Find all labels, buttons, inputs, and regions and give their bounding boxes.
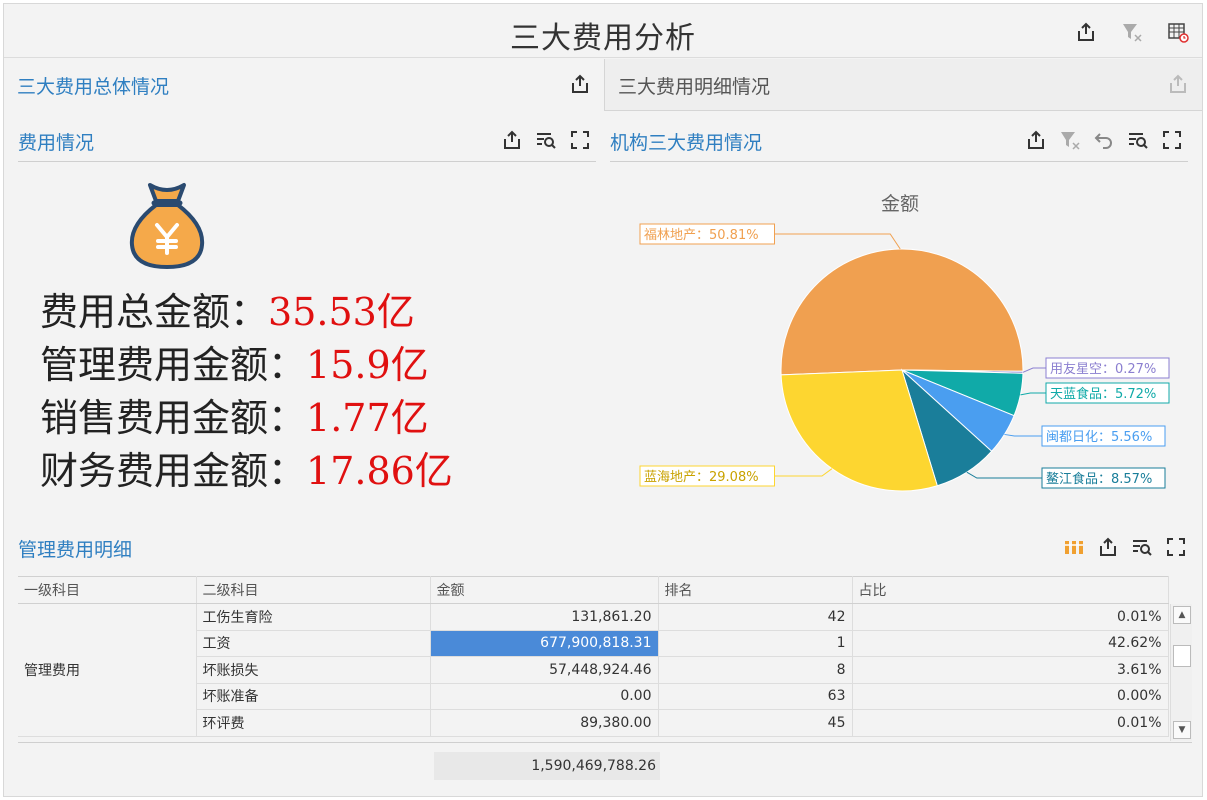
col-header-amount[interactable]: 金额 [430, 576, 659, 604]
clear-filter-icon[interactable] [1058, 128, 1082, 152]
scroll-down-icon[interactable]: ▼ [1173, 721, 1191, 739]
fullscreen-icon[interactable] [1164, 535, 1188, 559]
ratio-cell[interactable]: 3.61% [852, 656, 1169, 684]
fullscreen-icon[interactable] [568, 128, 592, 152]
stat-finance-value: 17.86亿 [306, 449, 453, 493]
pie-leader-line [774, 233, 901, 250]
pie-label: 闽都日化：5.56% [1046, 430, 1152, 445]
org-panel-header: 机构三大费用情况 [610, 122, 1188, 162]
stat-sales-value: 1.77亿 [306, 396, 429, 440]
scroll-thumb[interactable] [1173, 645, 1191, 667]
sub-cell[interactable]: 坏账准备 [196, 683, 431, 710]
clear-filter-icon[interactable] [1120, 20, 1144, 44]
rank-cell[interactable]: 42 [658, 603, 853, 631]
pie-label: 鳌江食品：8.57% [1046, 471, 1152, 487]
col-header-level2[interactable]: 二级科目 [196, 576, 431, 604]
col-header-level1[interactable]: 一级科目 [18, 576, 197, 604]
rank-cell[interactable]: 45 [658, 709, 853, 737]
money-bag-icon [129, 183, 205, 269]
stat-management-label: 管理费用金额： [40, 343, 307, 387]
org-panel-title: 机构三大费用情况 [610, 132, 763, 154]
detail-panel-title: 管理费用明细 [18, 539, 133, 561]
dashboard-frame: 三大费用分析 三大费用总体情况 三大费用明细情况 费用情况 机构三大费用情况 费… [3, 3, 1203, 797]
stat-total-label: 费用总金额： [40, 290, 269, 334]
pie-label: 天蓝食品：5.72% [1050, 386, 1156, 402]
pie-label: 用友星空：0.27% [1050, 361, 1156, 377]
stat-sales: 销售费用金额：1.77亿 [40, 387, 429, 442]
tab-overall[interactable]: 三大费用总体情况 [4, 59, 604, 111]
table-header-row: 一级科目 二级科目 金额 排名 占比 [18, 576, 1169, 604]
export-icon[interactable] [1166, 72, 1190, 96]
ratio-cell[interactable]: 42.62% [852, 630, 1169, 657]
export-icon[interactable] [1074, 20, 1098, 44]
export-icon[interactable] [500, 128, 524, 152]
pie-svg: 金额 福林地产：50.81% 用友星空：0.27% 天蓝食品：5.72% 闽都日化：5… [639, 193, 1170, 492]
col-header-ratio[interactable]: 占比 [852, 576, 1169, 604]
table-scrollbar[interactable]: ▲ ▼ [1170, 604, 1192, 741]
amount-cell[interactable]: 677,900,818.31 [430, 630, 659, 657]
sub-cell[interactable]: 坏账损失 [196, 656, 431, 684]
rank-cell[interactable]: 63 [658, 683, 853, 710]
detail-panel-header: 管理费用明细 [18, 529, 1192, 569]
title-bar: 三大费用分析 [4, 4, 1202, 58]
columns-icon[interactable] [1062, 535, 1086, 559]
amount-cell[interactable]: 89,380.00 [430, 709, 659, 737]
pie-label: 蓝海地产：29.08% [644, 470, 759, 485]
table-row[interactable]: 管理费用 工伤生育险 131,861.20 42 0.01% [18, 603, 1169, 737]
pie-leader-line [1020, 392, 1046, 396]
amount-cell[interactable]: 57,448,924.46 [430, 656, 659, 684]
col-header-rank[interactable]: 排名 [658, 576, 853, 604]
group-cell[interactable]: 管理费用 [18, 603, 197, 737]
export-icon[interactable] [1096, 535, 1120, 559]
amount-cell[interactable]: 0.00 [430, 683, 659, 710]
rank-cell[interactable]: 8 [658, 656, 853, 684]
filter-search-icon[interactable] [1126, 128, 1150, 152]
export-icon[interactable] [568, 72, 592, 96]
stat-finance-label: 财务费用金额： [40, 449, 307, 493]
pie-leader-line [774, 468, 833, 477]
sub-cell[interactable]: 工资 [196, 630, 431, 657]
amount-cell[interactable]: 131,861.20 [430, 603, 659, 631]
stat-total-value: 35.53亿 [268, 290, 415, 334]
total-divider [18, 742, 1192, 743]
detail-table: 一级科目 二级科目 金额 排名 占比 管理费用 工伤生育险 131,861.20… [18, 576, 1169, 737]
cost-panel-title: 费用情况 [18, 132, 95, 154]
tab-detail-label: 三大费用明细情况 [618, 76, 771, 98]
cost-panel-header: 费用情况 [18, 122, 596, 162]
detail-table-area: 一级科目 二级科目 金额 排名 占比 管理费用 工伤生育险 131,861.20… [18, 576, 1192, 780]
stat-finance: 财务费用金额：17.86亿 [40, 440, 453, 495]
stat-total: 费用总金额：35.53亿 [40, 281, 415, 336]
ratio-cell[interactable]: 0.01% [852, 709, 1169, 737]
sub-cell[interactable]: 环评费 [196, 709, 431, 737]
pie-leader-line [1022, 367, 1046, 373]
pie-slice[interactable] [780, 248, 1024, 376]
filter-search-icon[interactable] [534, 128, 558, 152]
export-icon[interactable] [1024, 128, 1048, 152]
dashboard-title: 三大费用分析 [510, 21, 696, 56]
chart-title: 金额 [881, 193, 919, 215]
tab-detail[interactable]: 三大费用明细情况 [604, 59, 1202, 111]
tab-overall-label: 三大费用总体情况 [17, 76, 170, 98]
filter-search-icon[interactable] [1130, 535, 1154, 559]
pie-label: 福林地产：50.81% [644, 228, 759, 243]
undo-icon[interactable] [1092, 128, 1116, 152]
total-amount: 1,590,469,788.26 [434, 752, 660, 780]
stat-sales-label: 销售费用金额： [40, 396, 307, 440]
pie-leader-line [966, 471, 1042, 479]
stat-management-value: 15.9亿 [306, 343, 429, 387]
sub-cell[interactable]: 工伤生育险 [196, 603, 431, 631]
ratio-cell[interactable]: 0.01% [852, 603, 1169, 631]
scroll-up-icon[interactable]: ▲ [1173, 606, 1191, 624]
fullscreen-icon[interactable] [1160, 128, 1184, 152]
ratio-cell[interactable]: 0.00% [852, 683, 1169, 710]
stat-management: 管理费用金额：15.9亿 [40, 334, 429, 389]
schedule-table-icon[interactable] [1166, 20, 1190, 44]
pie-leader-line [1004, 433, 1042, 437]
org-pie-chart: 金额 福林地产：50.81% 用友星空：0.27% 天蓝食品：5.72% 闽都日化：5… [610, 174, 1200, 504]
rank-cell[interactable]: 1 [658, 630, 853, 657]
